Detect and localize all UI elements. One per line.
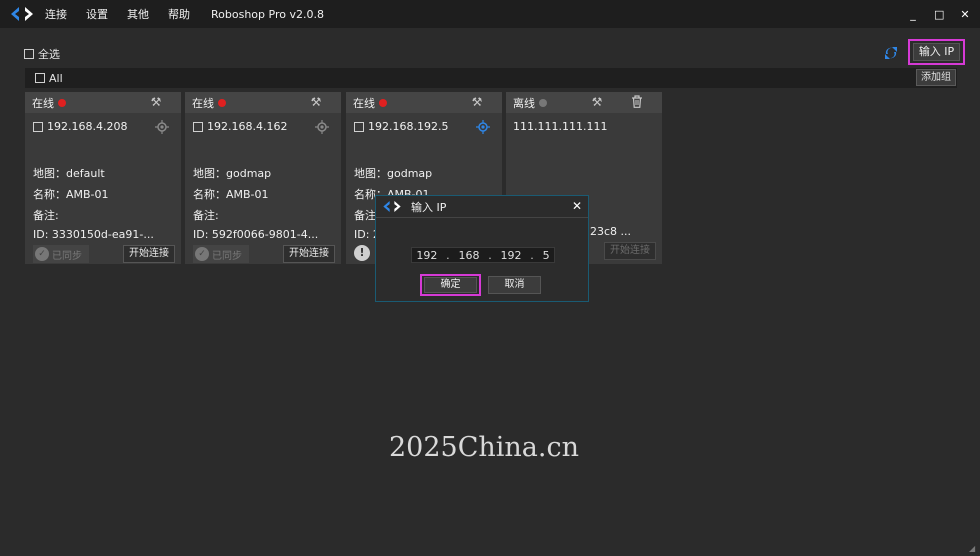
status-label: 离线 bbox=[513, 96, 535, 110]
card-ip: 192.168.4.208 bbox=[47, 120, 128, 133]
tools-icon[interactable]: ⚒ bbox=[309, 95, 323, 109]
ip-octet-3[interactable]: 192 bbox=[501, 249, 522, 262]
input-ip-button[interactable]: 输入 IP bbox=[913, 43, 960, 61]
card-name: 名称：AMB-01 bbox=[33, 188, 109, 201]
locate-icon[interactable] bbox=[476, 120, 490, 134]
menu-help[interactable]: 帮助 bbox=[168, 6, 190, 22]
card-id: ID: 3330150d-ea91-... bbox=[33, 228, 154, 241]
card-note: 备注: bbox=[193, 209, 219, 222]
status-dot bbox=[218, 98, 226, 107]
status-label: 在线 bbox=[192, 96, 214, 110]
card-note: 备注: bbox=[33, 209, 59, 222]
trash-icon[interactable] bbox=[630, 95, 644, 109]
add-group-button[interactable]: 添加组 bbox=[916, 69, 956, 86]
tools-icon[interactable]: ⚒ bbox=[149, 95, 163, 109]
robot-card[interactable]: 在线 ⚒ 192.168.4.208 地图：default 名称：AMB-01 … bbox=[25, 92, 181, 264]
menu-connect[interactable]: 连接 bbox=[45, 6, 67, 22]
card-header: 在线 ⚒ bbox=[185, 92, 341, 113]
card-id: 23c8 ... bbox=[590, 225, 632, 238]
warning-icon: ! bbox=[354, 245, 370, 261]
ip-octet-2[interactable]: 168 bbox=[458, 249, 479, 262]
select-all-checkbox[interactable] bbox=[24, 49, 34, 59]
start-connect-button[interactable]: 开始连接 bbox=[283, 245, 335, 263]
card-ip: 192.168.192.5 bbox=[368, 120, 449, 133]
check-circle-icon: ✓ bbox=[195, 247, 209, 261]
group-label: All bbox=[49, 71, 63, 85]
maximize-button[interactable]: □ bbox=[934, 8, 944, 21]
card-checkbox[interactable] bbox=[193, 121, 203, 132]
app-logo-icon bbox=[11, 7, 33, 21]
select-all-label: 全选 bbox=[38, 48, 60, 61]
ip-address-input[interactable]: 192 . 168 . 192 . 5 bbox=[411, 247, 555, 263]
card-checkbox[interactable] bbox=[33, 121, 43, 132]
ok-button[interactable]: 确定 bbox=[424, 277, 477, 293]
card-ip: 192.168.4.162 bbox=[207, 120, 288, 133]
window-controls: _ □ ✕ bbox=[908, 0, 970, 28]
minimize-button[interactable]: _ bbox=[908, 8, 918, 21]
close-icon[interactable]: ✕ bbox=[572, 199, 582, 213]
start-connect-button[interactable]: 开始连接 bbox=[604, 242, 656, 260]
app-title: Roboshop Pro v2.0.8 bbox=[211, 7, 324, 21]
status-dot bbox=[379, 98, 387, 107]
status-label: 在线 bbox=[353, 96, 375, 110]
card-id: ID: 592f0066-9801-4... bbox=[193, 228, 319, 241]
status-dot bbox=[58, 98, 66, 107]
robot-card[interactable]: 在线 ⚒ 192.168.4.162 地图：godmap 名称：AMB-01 备… bbox=[185, 92, 341, 264]
group-bar: All bbox=[25, 68, 957, 88]
check-circle-icon: ✓ bbox=[35, 247, 49, 261]
refresh-icon[interactable] bbox=[883, 46, 899, 60]
card-ip-row: 192.168.192.5 bbox=[354, 120, 448, 133]
app-logo-icon bbox=[383, 201, 401, 212]
ok-button-highlight: 确定 bbox=[420, 274, 481, 296]
card-ip-row: 192.168.4.162 bbox=[193, 120, 287, 133]
dialog-header: 输入 IP ✕ bbox=[376, 196, 588, 218]
card-header: 离线 ⚒ bbox=[506, 92, 662, 113]
menu-settings[interactable]: 设置 bbox=[86, 6, 108, 22]
tools-icon[interactable]: ⚒ bbox=[470, 95, 484, 109]
card-header: 在线 ⚒ bbox=[346, 92, 502, 113]
input-ip-dialog: 输入 IP ✕ 192 . 168 . 192 . 5 确定 取消 bbox=[375, 195, 589, 302]
card-name: 名称：AMB-01 bbox=[193, 188, 269, 201]
select-all[interactable]: 全选 bbox=[24, 46, 60, 62]
tools-icon[interactable]: ⚒ bbox=[590, 95, 604, 109]
card-note: 备注 bbox=[354, 209, 376, 222]
card-map: 地图：godmap bbox=[193, 167, 272, 180]
status-dot bbox=[539, 98, 547, 107]
ip-separator: . bbox=[488, 248, 492, 262]
status-label: 在线 bbox=[32, 96, 54, 110]
input-ip-button-highlight: 输入 IP bbox=[908, 39, 965, 65]
titlebar: 连接 设置 其他 帮助 Roboshop Pro v2.0.8 _ □ ✕ bbox=[0, 0, 980, 28]
locate-icon[interactable] bbox=[315, 120, 329, 134]
menu-other[interactable]: 其他 bbox=[127, 6, 149, 22]
cancel-button[interactable]: 取消 bbox=[488, 276, 541, 294]
resize-grip-icon[interactable]: ◢ bbox=[969, 545, 977, 553]
card-ip-row: 111.111.111.111 bbox=[513, 120, 607, 133]
card-checkbox[interactable] bbox=[354, 121, 364, 132]
close-window-button[interactable]: ✕ bbox=[960, 8, 970, 21]
card-header: 在线 ⚒ bbox=[25, 92, 181, 113]
sync-label: 已同步 bbox=[212, 250, 242, 262]
card-map: 地图：default bbox=[33, 167, 105, 180]
ip-octet-4[interactable]: 5 bbox=[543, 249, 550, 262]
card-ip: 111.111.111.111 bbox=[513, 120, 608, 133]
group-all-checkbox[interactable] bbox=[35, 73, 45, 83]
sync-status: ✓ 已同步 bbox=[193, 245, 249, 263]
dialog-title: 输入 IP bbox=[411, 200, 447, 214]
ip-separator: . bbox=[446, 248, 450, 262]
ip-octet-1[interactable]: 192 bbox=[416, 249, 437, 262]
watermark: 2025China.cn bbox=[389, 432, 579, 463]
sync-label: 已同步 bbox=[52, 250, 82, 262]
start-connect-button[interactable]: 开始连接 bbox=[123, 245, 175, 263]
ip-separator: . bbox=[530, 248, 534, 262]
locate-icon[interactable] bbox=[155, 120, 169, 134]
sync-status: ✓ 已同步 bbox=[33, 245, 89, 263]
card-ip-row: 192.168.4.208 bbox=[33, 120, 127, 133]
card-map: 地图：godmap bbox=[354, 167, 433, 180]
